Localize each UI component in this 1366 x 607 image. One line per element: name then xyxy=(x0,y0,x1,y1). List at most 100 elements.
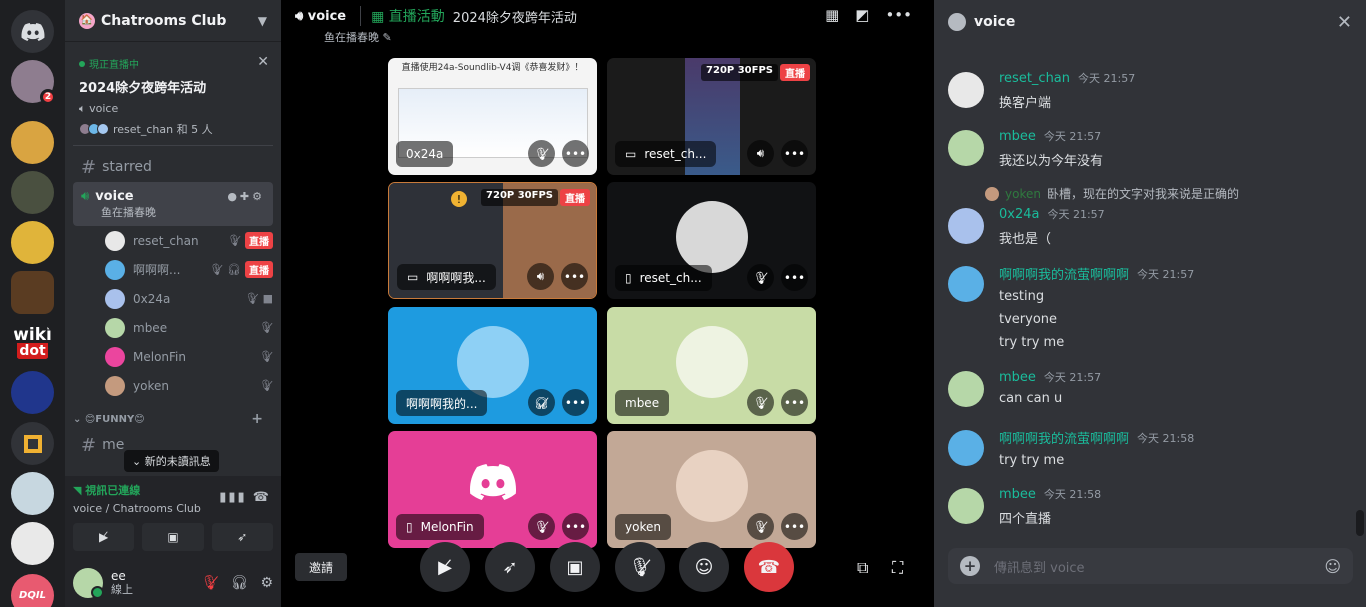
message[interactable]: mbee 今天 21:57 我还以为今年没有 xyxy=(948,128,1348,169)
reply-reference[interactable]: yoken 卧槽，现在的文字对我来说是正确的 xyxy=(985,185,1239,202)
emoji-icon[interactable]: ☺ xyxy=(1324,557,1341,576)
add-channel-icon[interactable]: + xyxy=(251,411,263,427)
message[interactable]: 啊啊啊我的流萤啊啊啊 今天 21:58 try try me xyxy=(948,428,1348,468)
voice-user[interactable]: MelonFin 🎙︎̸ xyxy=(65,342,281,371)
mic-muted-button[interactable]: 🎙︎̸ xyxy=(747,264,774,291)
chevron-down-icon[interactable]: ▼ xyxy=(258,14,267,28)
more-button[interactable]: ••• xyxy=(561,263,588,290)
more-button[interactable]: ••• xyxy=(781,389,808,416)
grid-layout-icon[interactable]: ▦ xyxy=(825,6,839,24)
home-discord-icon[interactable] xyxy=(11,10,54,53)
mute-stream-button[interactable]: 🎙︎̸ xyxy=(528,140,555,167)
screen-share-button[interactable]: ▣ xyxy=(550,542,600,592)
user-tile-melonfin[interactable]: ▯ MelonFin 🎙︎̸ ••• xyxy=(388,431,597,548)
more-button[interactable]: ••• xyxy=(562,513,589,540)
more-button[interactable]: ••• xyxy=(562,389,589,416)
voice-user[interactable]: 啊啊啊... 🎙︎̸ 🎧︎ 直播 xyxy=(65,255,281,284)
close-icon[interactable]: ✕ xyxy=(1337,12,1352,33)
disconnect-icon[interactable]: ☎︎ xyxy=(253,490,271,505)
message-author[interactable]: mbee xyxy=(999,129,1036,144)
new-unread-pill[interactable]: ⌄ 新的未讀訊息 xyxy=(124,450,219,472)
server-crafting[interactable] xyxy=(11,271,54,314)
add-attachment-icon[interactable]: + xyxy=(960,556,980,576)
gear-icon[interactable]: ⚙ xyxy=(260,575,273,591)
deafened-button[interactable]: 🎧︎̸ xyxy=(528,389,555,416)
message[interactable]: 0x24a 今天 21:57 我也是（ xyxy=(948,206,1348,247)
message-author[interactable]: reset_chan xyxy=(999,71,1070,86)
volume-button[interactable]: 🔊︎ xyxy=(527,263,554,290)
message-author[interactable]: mbee xyxy=(999,370,1036,385)
voice-user[interactable]: reset_chan 🎙︎̸ 直播 xyxy=(65,226,281,255)
channel-tools-icon[interactable]: ●✚⚙ xyxy=(227,190,265,203)
server-anime[interactable] xyxy=(11,472,54,515)
fullscreen-icon[interactable]: ⛶ xyxy=(892,558,903,578)
guild-header[interactable]: 🏠 Chatrooms Club ▼ xyxy=(65,0,281,42)
soundboard-icon[interactable]: ▮▮▮ xyxy=(219,490,246,505)
avatar[interactable] xyxy=(73,567,104,599)
more-button[interactable]: ••• xyxy=(781,513,808,540)
voice-user[interactable]: 0x24a 🎙︎̸ ■ xyxy=(65,284,281,313)
voice-user[interactable]: yoken 🎙︎̸ xyxy=(65,371,281,400)
pencil-icon[interactable]: ✎ xyxy=(383,31,392,44)
message[interactable]: reset_chan 今天 21:57 换客户端 xyxy=(948,70,1348,111)
live-event-card[interactable]: 現正直播中 2024除夕夜跨年活动 🔈︎ voice reset_chan 和 … xyxy=(73,50,273,146)
server-doge[interactable] xyxy=(11,121,54,164)
mic-muted-button[interactable]: 🎙︎̸ xyxy=(747,513,774,540)
stream-tile-0x24a[interactable]: 直播使用24a-Soundlib-V4调《恭喜发财》！ 0x24a 🎙︎̸ ••… xyxy=(388,58,597,175)
video-off-button[interactable]: ▶̸ xyxy=(73,523,135,551)
message-author[interactable]: 啊啊啊我的流萤啊啊啊 xyxy=(999,264,1129,283)
avatar[interactable] xyxy=(948,266,984,302)
category-funny[interactable]: ⌄ 😊FUNNY😊 + xyxy=(65,408,281,430)
channel-voice[interactable]: 🔊︎ voice ●✚⚙ 鱼在播春晚 xyxy=(73,182,273,226)
popout-icon[interactable]: ⧉ xyxy=(857,558,868,578)
screen-share-button[interactable]: ▣ xyxy=(142,523,204,551)
headphones-icon[interactable]: 🎧︎ xyxy=(231,575,249,591)
avatar[interactable] xyxy=(948,72,984,108)
camera-toggle-button[interactable]: ▶̸ xyxy=(420,542,470,592)
avatar[interactable] xyxy=(948,488,984,524)
stream-tile-reset-chan[interactable]: 720P 30FPS 直播 ▭ reset_ch... 🔊︎ ••• xyxy=(607,58,816,175)
user-tile-yoken[interactable]: yoken 🎙︎̸ ••• xyxy=(607,431,816,548)
message-author[interactable]: mbee xyxy=(999,487,1036,502)
server-square[interactable] xyxy=(11,422,54,465)
message-input[interactable]: 傳訊息到 voice xyxy=(994,557,1085,576)
avatar[interactable] xyxy=(948,208,984,244)
server-star[interactable] xyxy=(11,371,54,414)
mic-muted-button[interactable]: 🎙︎̸ xyxy=(747,389,774,416)
more-button[interactable]: ••• xyxy=(562,140,589,167)
activity-button[interactable]: ➶ xyxy=(485,542,535,592)
volume-button[interactable]: 🔊︎ xyxy=(747,140,774,167)
server-wikidot[interactable]: wiki dot xyxy=(11,321,54,364)
popout-chat-icon[interactable]: ◩ xyxy=(855,6,869,24)
server-dqil[interactable]: DQIL xyxy=(11,574,54,607)
message-author[interactable]: 啊啊啊我的流萤啊啊啊 xyxy=(999,428,1129,447)
mic-muted-button[interactable]: 🎙︎̸ xyxy=(528,513,555,540)
emoji-reaction-button[interactable]: ☺ xyxy=(679,542,729,592)
more-button[interactable]: ••• xyxy=(781,264,808,291)
activity-button[interactable]: ➶ xyxy=(211,523,273,551)
message[interactable]: mbee 今天 21:57 can can u xyxy=(948,369,1348,407)
avatar[interactable] xyxy=(948,371,984,407)
user-tile-reset-chan[interactable]: ▯ reset_ch... 🎙︎̸ ••• xyxy=(607,182,816,299)
voice-user[interactable]: mbee 🎙︎̸ xyxy=(65,313,281,342)
more-icon[interactable]: ••• xyxy=(885,6,912,24)
invite-button[interactable]: 邀請 xyxy=(295,553,348,581)
server-eye[interactable] xyxy=(11,171,54,214)
mic-toggle-button[interactable]: 🎙︎̸ xyxy=(615,542,665,592)
user-tile-mbee[interactable]: mbee 🎙︎̸ ••• xyxy=(607,307,816,424)
more-button[interactable]: ••• xyxy=(781,140,808,167)
mic-muted-icon[interactable]: 🎙︎̸ xyxy=(201,575,219,591)
leave-call-button[interactable]: ☎︎ xyxy=(744,542,794,592)
message-author[interactable]: 0x24a xyxy=(999,207,1039,222)
server-avatar-1[interactable]: 2 xyxy=(11,60,56,105)
close-icon[interactable]: ✕ xyxy=(257,54,269,70)
avatar[interactable] xyxy=(948,130,984,166)
server-sketch[interactable] xyxy=(11,522,54,565)
server-yellow[interactable] xyxy=(11,221,54,264)
user-tile-aaa[interactable]: 啊啊啊我的... 🎧︎̸ ••• xyxy=(388,307,597,424)
message-composer[interactable]: + 傳訊息到 voice ☺ xyxy=(948,548,1353,584)
stream-tile-aaa[interactable]: ! 720P 30FPS 直播 ▭ 啊啊啊我... 🔊︎ ••• xyxy=(388,182,597,299)
avatar[interactable] xyxy=(948,430,984,466)
message[interactable]: 啊啊啊我的流萤啊啊啊 今天 21:57 testing tveryone try … xyxy=(948,264,1348,350)
message[interactable]: mbee 今天 21:58 四个直播 xyxy=(948,486,1348,527)
